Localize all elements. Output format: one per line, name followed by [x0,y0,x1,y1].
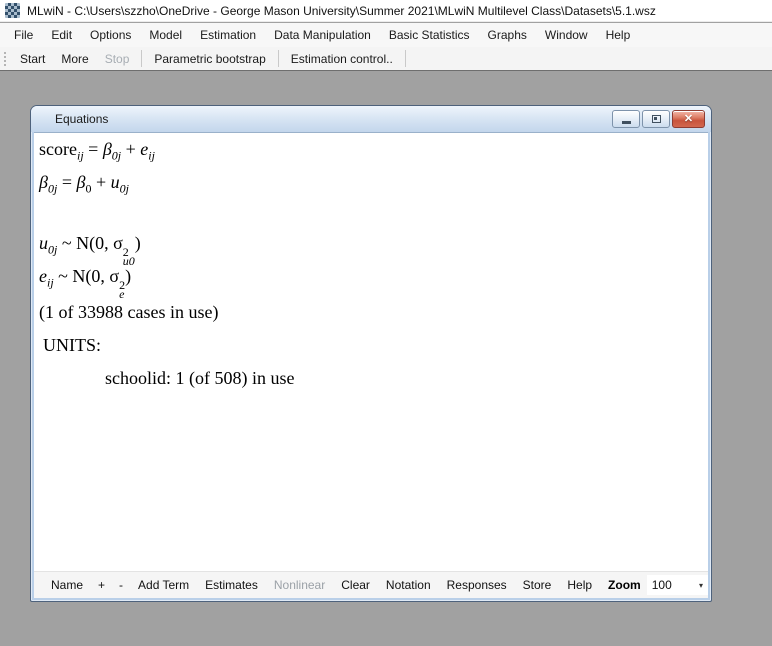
menu-file[interactable]: File [5,24,42,46]
units-label: UNITS: [34,335,101,356]
close-icon: ✕ [684,114,693,125]
close-button[interactable]: ✕ [672,110,705,128]
estimates-button[interactable]: Estimates [197,578,266,592]
store-button[interactable]: Store [515,578,560,592]
equations-window-title: Equations [31,112,108,126]
app-title: MLwiN - C:\Users\szzho\OneDrive - George… [27,4,656,18]
notation-button[interactable]: Notation [378,578,439,592]
help-button[interactable]: Help [559,578,600,592]
app-titlebar[interactable]: MLwiN - C:\Users\szzho\OneDrive - George… [0,0,772,22]
toolbar-grip[interactable] [3,51,7,67]
mlwin-app-icon [5,3,20,18]
equation-line-2: β0j = β0 + u0j [34,172,129,193]
mlwin-application: MLwiN - C:\Users\szzho\OneDrive - George… [0,0,772,646]
equations-toolbar: Name + - Add Term Estimates Nonlinear Cl… [34,571,708,598]
minimize-icon [622,121,631,124]
equations-window[interactable]: Equations ✕ scoreij = β0j + eij β0j = β0… [30,105,712,602]
name-button[interactable]: Name [43,578,91,592]
equations-canvas[interactable]: scoreij = β0j + eij β0j = β0 + u0j u0j ~… [34,132,708,571]
menu-estimation[interactable]: Estimation [191,24,265,46]
menu-graphs[interactable]: Graphs [479,24,536,46]
zoom-level-select[interactable]: 100 ▾ [647,575,708,595]
parametric-bootstrap-button[interactable]: Parametric bootstrap [146,48,273,70]
restore-icon [652,115,661,123]
nonlinear-button: Nonlinear [266,578,333,592]
mdi-workspace: Equations ✕ scoreij = β0j + eij β0j = β0… [0,72,772,646]
add-term-button[interactable]: Add Term [130,578,197,592]
zoom-label: Zoom [600,578,645,592]
stop-button: Stop [97,48,138,70]
chevron-down-icon: ▾ [699,581,703,590]
units-detail-text: schoolid: 1 (of 508) in use [34,368,294,389]
menu-data-manipulation[interactable]: Data Manipulation [265,24,380,46]
menu-basic-statistics[interactable]: Basic Statistics [380,24,479,46]
menu-window[interactable]: Window [536,24,597,46]
menu-help[interactable]: Help [597,24,640,46]
start-button[interactable]: Start [12,48,53,70]
equations-titlebar[interactable]: Equations ✕ [31,106,711,132]
toolbar-separator [278,50,279,67]
menubar: File Edit Options Model Estimation Data … [0,23,772,47]
restore-button[interactable] [642,110,670,128]
menu-edit[interactable]: Edit [42,24,81,46]
minimize-button[interactable] [612,110,640,128]
more-button[interactable]: More [53,48,96,70]
clear-button[interactable]: Clear [333,578,378,592]
estimation-toolbar: Start More Stop Parametric bootstrap Est… [0,47,772,71]
menu-model[interactable]: Model [140,24,191,46]
window-controls: ✕ [612,110,705,128]
equation-line-3: u0j ~ N(0, σ2u0) [34,233,141,266]
equation-line-1: scoreij = β0j + eij [34,139,155,160]
estimation-control-button[interactable]: Estimation control.. [283,48,401,70]
toolbar-separator [405,50,406,67]
subtract-button[interactable]: - [112,578,130,592]
zoom-value: 100 [652,578,672,592]
cases-in-use-text: (1 of 33988 cases in use) [34,302,218,323]
toolbar-separator [141,50,142,67]
add-button[interactable]: + [91,578,112,592]
responses-button[interactable]: Responses [439,578,515,592]
equation-line-4: eij ~ N(0, σ2e) [34,266,131,299]
menu-options[interactable]: Options [81,24,140,46]
